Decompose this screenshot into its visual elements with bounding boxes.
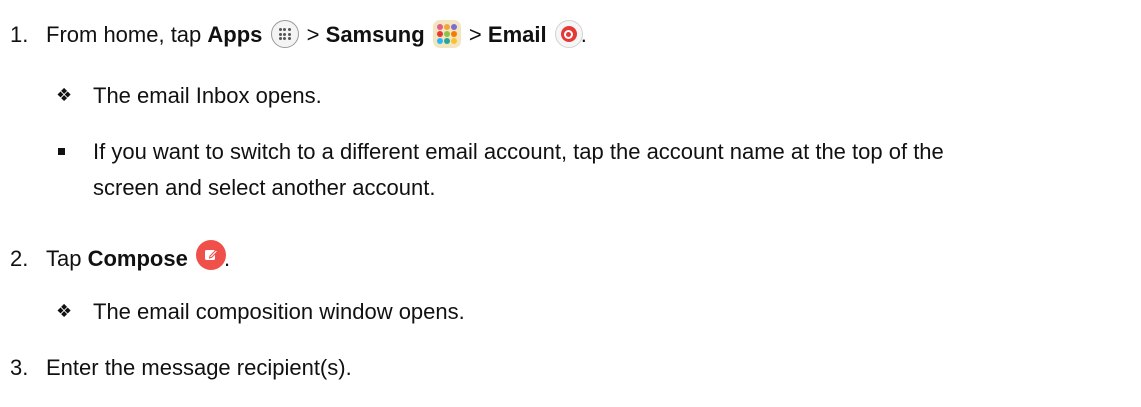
samsung-folder-icon: [432, 20, 461, 48]
step-1: 1. From home, tap Apps > Samsung > Email …: [10, 20, 587, 49]
email-label: Email: [487, 22, 547, 47]
diamond-bullet-icon: ❖: [56, 85, 73, 106]
compose-label: Compose: [87, 246, 188, 271]
step-number: 2.: [10, 246, 29, 271]
step-text: From home, tap: [46, 22, 202, 47]
note-text-line-1: If you want to switch to a different ema…: [93, 139, 944, 164]
email-app-icon: [554, 20, 583, 48]
apps-label: Apps: [207, 22, 263, 47]
apps-grid-icon: [270, 20, 299, 48]
note-text: The email Inbox opens.: [93, 83, 322, 108]
diamond-bullet-icon: ❖: [56, 301, 73, 322]
step-number: 3.: [10, 355, 29, 380]
note-switch-account-line-2: screen and select another account.: [93, 175, 436, 200]
separator: >: [468, 22, 482, 47]
step-text: Enter the message recipient(s).: [46, 355, 352, 380]
square-bullet-icon: [58, 148, 65, 155]
compose-icon: [195, 240, 226, 270]
separator: >: [306, 22, 320, 47]
step-text: Tap: [46, 246, 82, 271]
samsung-label: Samsung: [325, 22, 425, 47]
step-2: 2. Tap Compose .: [10, 240, 230, 273]
note-text: The email composition window opens.: [93, 299, 465, 324]
step-number: 1.: [10, 22, 29, 47]
step-3: 3. Enter the message recipient(s).: [10, 354, 352, 382]
